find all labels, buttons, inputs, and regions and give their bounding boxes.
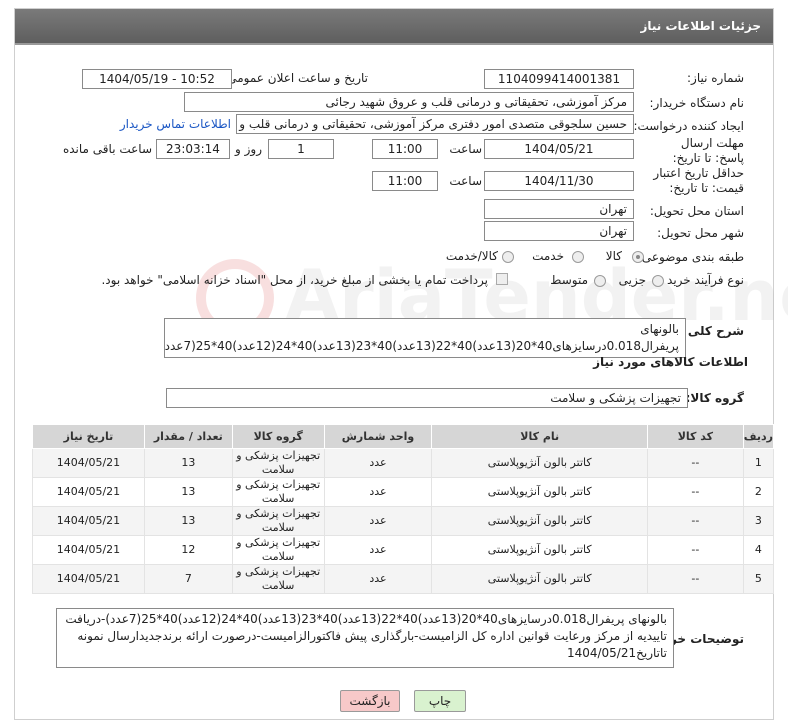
col-date: تاریخ نیاز [32, 424, 145, 449]
cell-index: 3 [742, 506, 775, 536]
cell-group: تجهیزات پزشکی و سلامت [231, 535, 325, 565]
process-label: نوع فرآیند خرید : [659, 273, 744, 287]
cell-unit: عدد [323, 448, 433, 478]
city-label: شهر محل تحویل: [657, 226, 744, 240]
price-validity-label: حداقل تاریخ اعتبار قیمت: تا تاریخ: [653, 166, 744, 195]
cell-code: -- [646, 506, 744, 536]
contact-info-link[interactable]: اطلاعات تماس خریدار [120, 117, 231, 131]
days-field: 1 [268, 139, 334, 159]
col-unit: واحد شمارش [323, 424, 433, 449]
table-row: 4 -- کاتتر بالون آنژیوپلاستی عدد تجهیزات… [32, 535, 775, 565]
cell-code: -- [646, 564, 744, 594]
col-group: گروه کالا [231, 424, 325, 449]
col-index: ردیف [742, 424, 775, 449]
cell-group: تجهیزات پزشکی و سلامت [231, 448, 325, 478]
cell-name: کاتتر بالون آنژیوپلاستی [431, 448, 648, 478]
process-minor-label: جزیی [618, 273, 646, 287]
back-button[interactable]: بازگشت [340, 690, 400, 712]
cell-qty: 13 [143, 477, 233, 507]
days-label: روز و [235, 142, 262, 156]
category-service-radio[interactable] [572, 251, 584, 263]
cell-code: -- [646, 535, 744, 565]
process-medium-radio[interactable] [594, 275, 606, 287]
send-date-field: 1404/05/21 [484, 139, 634, 159]
send-deadline-label: مهلت ارسال پاسخ: تا تاریخ: [672, 136, 744, 165]
cell-unit: عدد [323, 477, 433, 507]
cell-name: کاتتر بالون آنژیوپلاستی [431, 564, 648, 594]
cell-date: 1404/05/21 [32, 506, 145, 536]
need-number-field: 1104099414001381 [484, 69, 634, 89]
goods-table: ردیف کد کالا نام کالا واحد شمارش گروه کا… [32, 424, 775, 594]
cell-qty: 7 [143, 564, 233, 594]
payment-note: پرداخت تمام یا بخشی از مبلغ خرید، از محل… [101, 273, 488, 287]
cell-date: 1404/05/21 [32, 477, 145, 507]
cell-index: 2 [742, 477, 775, 507]
cell-name: کاتتر بالون آنژیوپلاستی [431, 477, 648, 507]
category-both-radio[interactable] [502, 251, 514, 263]
category-label: طبقه بندی موضوعی: [637, 250, 744, 264]
cell-name: کاتتر بالون آنژیوپلاستی [431, 506, 648, 536]
cell-code: -- [646, 448, 744, 478]
page-title: جزئیات اطلاعات نیاز [640, 19, 761, 33]
table-row: 1 -- کاتتر بالون آنژیوپلاستی عدد تجهیزات… [32, 448, 775, 478]
cell-unit: عدد [323, 535, 433, 565]
cell-code: -- [646, 477, 744, 507]
category-service-label: خدمت [532, 249, 564, 263]
treasury-payment-checkbox[interactable] [496, 273, 508, 285]
price-time-label: ساعت [449, 174, 482, 188]
col-name: نام کالا [431, 424, 648, 449]
province-label: استان محل تحویل: [649, 204, 744, 218]
title-bar: جزئیات اطلاعات نیاز [15, 9, 773, 45]
col-qty: تعداد / مقدار [143, 424, 233, 449]
send-time-label: ساعت [449, 142, 482, 156]
table-row: 5 -- کاتتر بالون آنژیوپلاستی عدد تجهیزات… [32, 564, 775, 594]
send-time-field: 11:00 [372, 139, 438, 159]
price-time-field: 11:00 [372, 171, 438, 191]
cell-group: تجهیزات پزشکی و سلامت [231, 506, 325, 536]
cell-index: 1 [742, 448, 775, 478]
cell-name: کاتتر بالون آنژیوپلاستی [431, 535, 648, 565]
process-minor-radio[interactable] [652, 275, 664, 287]
cell-index: 4 [742, 535, 775, 565]
cell-unit: عدد [323, 506, 433, 536]
cell-group: تجهیزات پزشکی و سلامت [231, 477, 325, 507]
buyer-notes-field[interactable]: بالونهای پریفرال0.018درسایزهای40*20(13عد… [56, 608, 674, 668]
remaining-label: ساعت باقی مانده [62, 142, 152, 156]
need-number-label: شماره نیاز: [687, 71, 744, 85]
requester-label: ایجاد کننده درخواست: [633, 119, 744, 133]
description-field[interactable]: بالونهای پریفرال0.018درسایزهای40*20(13عد… [164, 318, 686, 358]
goods-group-field: تجهیزات پزشکی و سلامت [166, 388, 688, 408]
category-both-label: کالا/خدمت [445, 249, 498, 263]
table-header-row: ردیف کد کالا نام کالا واحد شمارش گروه کا… [32, 424, 775, 449]
buyer-org-field: مرکز آموزشی، تحقیقاتی و درمانی قلب و عرو… [184, 92, 634, 112]
buyer-org-label: نام دستگاه خریدار: [649, 96, 745, 110]
cell-index: 5 [742, 564, 775, 594]
col-code: کد کالا [646, 424, 744, 449]
city-field: تهران [484, 221, 634, 241]
cell-unit: عدد [323, 564, 433, 594]
price-date-field: 1404/11/30 [484, 171, 634, 191]
goods-section-title: اطلاعات کالاهای مورد نیاز [593, 355, 748, 369]
category-goods-label: کالا [605, 249, 622, 263]
province-field: تهران [484, 199, 634, 219]
announce-field: 1404/05/19 - 10:52 [82, 69, 232, 89]
goods-group-label: گروه کالا: [685, 391, 744, 405]
table-row: 3 -- کاتتر بالون آنژیوپلاستی عدد تجهیزات… [32, 506, 775, 536]
print-button[interactable]: چاپ [414, 690, 466, 712]
cell-date: 1404/05/21 [32, 448, 145, 478]
process-medium-label: متوسط [550, 273, 588, 287]
cell-qty: 12 [143, 535, 233, 565]
category-goods-radio[interactable] [632, 251, 644, 263]
cell-qty: 13 [143, 448, 233, 478]
table-row: 2 -- کاتتر بالون آنژیوپلاستی عدد تجهیزات… [32, 477, 775, 507]
cell-group: تجهیزات پزشکی و سلامت [231, 564, 325, 594]
cell-qty: 13 [143, 506, 233, 536]
cell-date: 1404/05/21 [32, 535, 145, 565]
remaining-time-field: 23:03:14 [156, 139, 230, 159]
cell-date: 1404/05/21 [32, 564, 145, 594]
announce-label: تاریخ و ساعت اعلان عمومی: [223, 71, 368, 85]
requester-field: حسین سلجوقی متصدی امور دفتری مرکز آموزشی… [236, 114, 634, 134]
